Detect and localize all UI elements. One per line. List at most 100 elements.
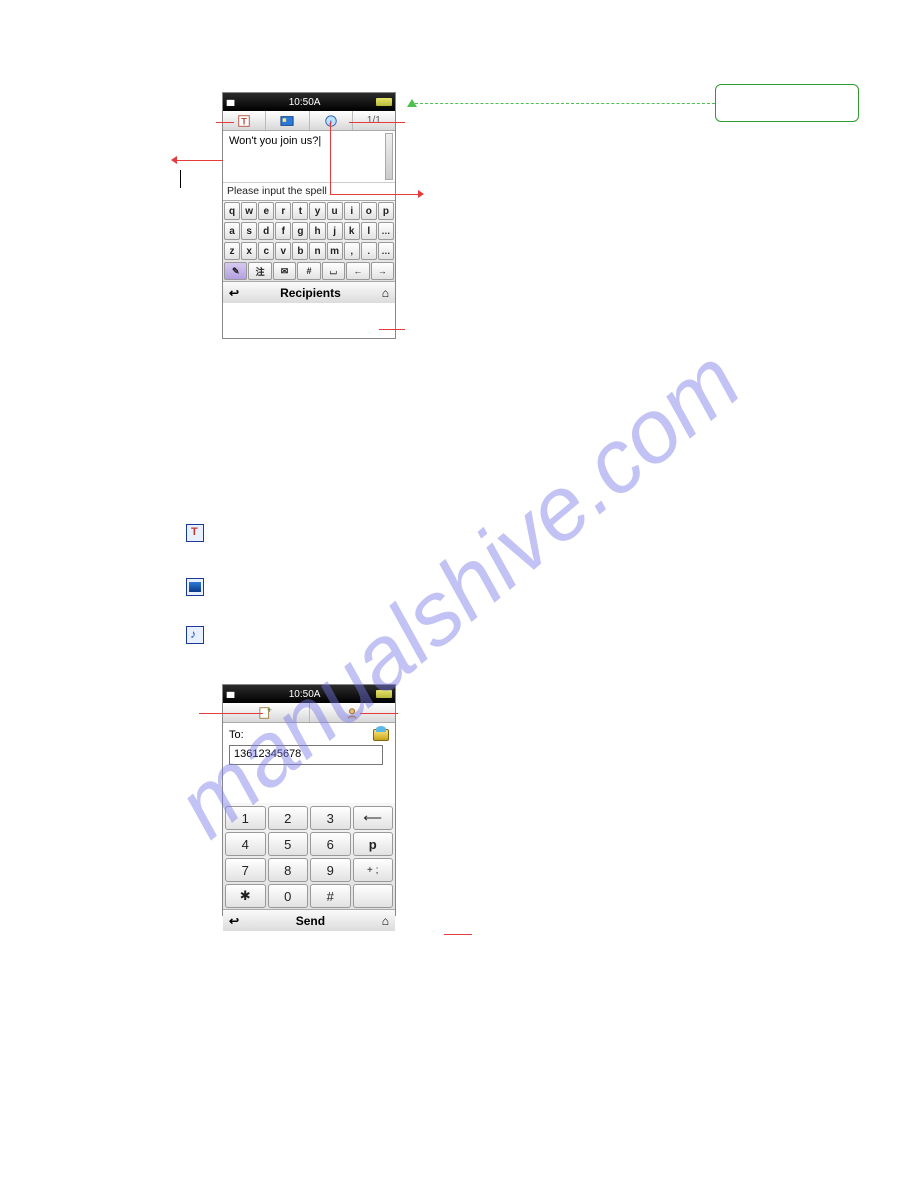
key-a[interactable]: a: [224, 222, 240, 240]
nkey-6[interactable]: 6: [310, 832, 351, 856]
key-m[interactable]: m: [327, 242, 343, 260]
nkey-7[interactable]: 7: [225, 858, 266, 882]
anno-line-right-tab: [349, 122, 405, 123]
key-q[interactable]: q: [224, 202, 240, 220]
inline-image-icon-row: [186, 578, 208, 596]
envelope-icon[interactable]: [373, 729, 389, 741]
black-bracket-mark: [180, 170, 181, 188]
inline-sound-icon-row: [186, 626, 208, 644]
key-c[interactable]: c: [258, 242, 274, 260]
key-e[interactable]: e: [258, 202, 274, 220]
key-more1[interactable]: …: [378, 222, 394, 240]
tab-text[interactable]: T: [223, 111, 266, 130]
key-space[interactable]: ⌴: [322, 262, 345, 280]
nkey-1[interactable]: 1: [225, 806, 266, 830]
softkey-home-icon[interactable]: ⌂: [382, 286, 389, 300]
softkey-home-icon-2[interactable]: ⌂: [382, 914, 389, 928]
key-u[interactable]: u: [327, 202, 343, 220]
nkey-5[interactable]: 5: [268, 832, 309, 856]
nkey-plus[interactable]: + ;: [353, 858, 394, 882]
image-tab-icon: [280, 114, 294, 128]
nkey-2[interactable]: 2: [268, 806, 309, 830]
qwerty-keyboard: q w e r t y u i o p a s d f g h j k l … …: [223, 201, 395, 281]
tab-sound[interactable]: ♪: [310, 111, 353, 130]
key-x[interactable]: x: [241, 242, 257, 260]
nkey-0[interactable]: 0: [268, 884, 309, 908]
key-left[interactable]: ←: [346, 262, 369, 280]
key-right[interactable]: →: [371, 262, 394, 280]
key-r[interactable]: r: [275, 202, 291, 220]
nkey-p[interactable]: p: [353, 832, 394, 856]
softkey-center-label[interactable]: Recipients: [280, 286, 341, 300]
recipient-number-input[interactable]: 13612345678: [229, 745, 383, 765]
key-w[interactable]: w: [241, 202, 257, 220]
battery-icon: [376, 98, 392, 106]
numeric-keypad: 1 2 3 ⟵ 4 5 6 p 7 8 9 + ; ✱ 0 #: [223, 803, 395, 909]
anno-line-text-tab: [216, 122, 234, 123]
phone-mms-compose: ▮▮▮ 10:50A T ♪ 1/1 Won't you join us?| P…: [222, 92, 396, 339]
softkey-send-label[interactable]: Send: [296, 914, 325, 928]
kb-row-3: z x c v b n m , . …: [223, 241, 395, 261]
nkey-blank[interactable]: [353, 884, 394, 908]
scrollbar[interactable]: [385, 133, 393, 180]
anno-arrow-right: [418, 190, 424, 198]
key-comma[interactable]: ,: [344, 242, 360, 260]
key-more2[interactable]: …: [378, 242, 394, 260]
key-k[interactable]: k: [344, 222, 360, 240]
key-g[interactable]: g: [292, 222, 308, 240]
mms-tab-bar: T ♪ 1/1: [223, 111, 395, 131]
key-h[interactable]: h: [309, 222, 325, 240]
key-o[interactable]: o: [361, 202, 377, 220]
clock-text: 10:50A: [289, 97, 321, 108]
key-v[interactable]: v: [275, 242, 291, 260]
key-z[interactable]: z: [224, 242, 240, 260]
contact-icon: [345, 706, 359, 720]
callout-empty-box: [715, 84, 859, 122]
nkey-4[interactable]: 4: [225, 832, 266, 856]
callout-connector: [415, 103, 715, 104]
kb-row-4: ✎ 注 ✉ # ⌴ ← →: [223, 261, 395, 281]
key-hash[interactable]: #: [297, 262, 320, 280]
nkey-9[interactable]: 9: [310, 858, 351, 882]
phone-recipient-entry: ▮▮▮ 10:50A + To: 13612345678 1 2 3 ⟵ 4 5…: [222, 684, 396, 916]
key-t[interactable]: t: [292, 202, 308, 220]
key-b[interactable]: b: [292, 242, 308, 260]
softkey-back-icon-2[interactable]: ↩: [229, 914, 239, 928]
key-l[interactable]: l: [361, 222, 377, 240]
svg-text:T: T: [242, 116, 248, 126]
np-row-2: 4 5 6 p: [223, 831, 395, 857]
to-row: To:: [229, 729, 389, 741]
anno-line-sound-v: [330, 122, 331, 194]
key-pencil[interactable]: ✎: [224, 262, 247, 280]
anno2-right-tab: [360, 713, 398, 714]
text-cursor: |: [318, 135, 321, 147]
key-n[interactable]: n: [309, 242, 325, 260]
key-y[interactable]: y: [309, 202, 325, 220]
signal-icon: ▮▮▮: [226, 98, 233, 107]
key-ime[interactable]: 注: [248, 262, 271, 280]
key-i[interactable]: i: [344, 202, 360, 220]
battery-icon-2: [376, 690, 392, 698]
nkey-3[interactable]: 3: [310, 806, 351, 830]
status-bar: ▮▮▮ 10:50A: [223, 93, 395, 111]
status-bar-2: ▮▮▮ 10:50A: [223, 685, 395, 703]
nkey-backspace[interactable]: ⟵: [353, 806, 394, 830]
nkey-8[interactable]: 8: [268, 858, 309, 882]
spell-hint-bar: Please input the spell: [223, 183, 395, 201]
softkey-back-icon[interactable]: ↩: [229, 286, 239, 300]
tab-image[interactable]: [266, 111, 309, 130]
key-envelope[interactable]: ✉: [273, 262, 296, 280]
key-period[interactable]: .: [361, 242, 377, 260]
nkey-star[interactable]: ✱: [225, 884, 266, 908]
nkey-hash[interactable]: #: [310, 884, 351, 908]
message-text-area[interactable]: Won't you join us?|: [223, 131, 395, 183]
key-j[interactable]: j: [327, 222, 343, 240]
text-icon: [186, 524, 204, 542]
key-f[interactable]: f: [275, 222, 291, 240]
key-p[interactable]: p: [378, 202, 394, 220]
svg-text:+: +: [267, 706, 272, 715]
key-s[interactable]: s: [241, 222, 257, 240]
callout-arrowhead: [407, 99, 417, 107]
bottom-toolbar-2: ↩ Send ⌂: [223, 909, 395, 931]
key-d[interactable]: d: [258, 222, 274, 240]
